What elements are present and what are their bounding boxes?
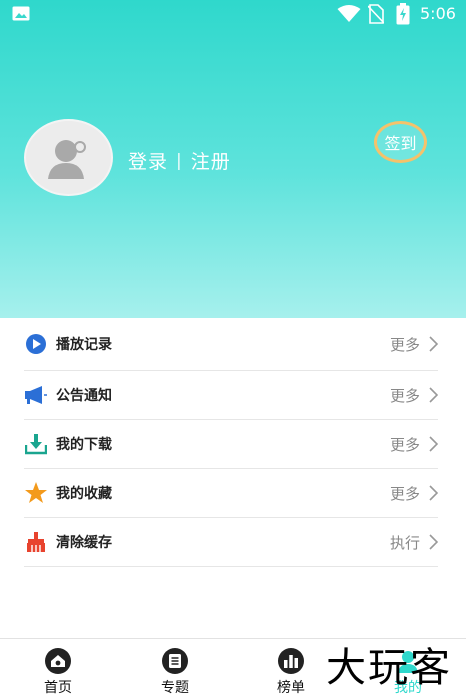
auth-separator: | xyxy=(176,150,183,171)
menu-item-downloads[interactable]: 我的下载 更多 xyxy=(24,420,438,469)
play-icon xyxy=(24,332,48,356)
menu-list: 播放记录 更多 公告通知 更多 我的下载 更多 我的收藏 更多 清除缓存 执行 xyxy=(0,318,466,567)
menu-item-announcements[interactable]: 公告通知 更多 xyxy=(24,371,438,420)
chevron-right-icon xyxy=(429,534,438,550)
chevron-right-icon xyxy=(429,336,438,352)
chevron-right-icon xyxy=(429,387,438,403)
no-sim-icon xyxy=(368,4,384,24)
menu-item-action[interactable]: 执行 xyxy=(390,532,438,553)
menu-item-action[interactable]: 更多 xyxy=(390,483,438,504)
menu-item-label: 清除缓存 xyxy=(56,535,112,551)
menu-item-action-label: 更多 xyxy=(389,484,420,503)
menu-item-action-label: 更多 xyxy=(389,435,420,454)
tab-topics[interactable]: 专题 xyxy=(145,647,205,697)
topic-icon xyxy=(162,648,188,674)
menu-item-label: 播放记录 xyxy=(56,337,112,353)
menu-item-action[interactable]: 更多 xyxy=(390,434,438,455)
menu-item-label: 我的收藏 xyxy=(56,486,112,502)
tab-rankings-label: 榜单 xyxy=(277,680,305,696)
broom-icon xyxy=(24,530,48,554)
battery-charging-icon xyxy=(396,3,410,25)
chart-icon xyxy=(278,648,304,674)
megaphone-icon xyxy=(24,383,48,407)
wifi-icon xyxy=(337,5,361,22)
register-link[interactable]: 注册 xyxy=(191,147,231,174)
menu-item-action[interactable]: 更多 xyxy=(390,385,438,406)
default-user-icon xyxy=(48,140,86,179)
menu-item-clear-cache[interactable]: 清除缓存 执行 xyxy=(24,518,438,567)
menu-item-play-history[interactable]: 播放记录 更多 xyxy=(24,318,438,371)
clock: 5:06 xyxy=(420,4,456,23)
chevron-right-icon xyxy=(429,436,438,452)
menu-item-action-label: 执行 xyxy=(389,533,420,552)
menu-item-action-label: 更多 xyxy=(389,386,420,405)
tab-topics-label: 专题 xyxy=(161,680,189,696)
status-bar: 5:06 xyxy=(0,0,466,28)
auth-links: 登录 | 注册 xyxy=(128,147,231,174)
signin-button[interactable]: 签到 xyxy=(374,121,427,163)
chevron-right-icon xyxy=(429,485,438,501)
tab-home-label: 首页 xyxy=(44,680,72,696)
home-icon xyxy=(45,648,71,674)
menu-item-favorites[interactable]: 我的收藏 更多 xyxy=(24,469,438,518)
tab-rankings[interactable]: 榜单 xyxy=(261,647,321,697)
menu-item-label: 公告通知 xyxy=(56,388,112,404)
avatar[interactable] xyxy=(24,119,113,196)
login-link[interactable]: 登录 xyxy=(128,147,168,174)
menu-item-action[interactable]: 更多 xyxy=(390,334,438,355)
watermark-text: 大玩客 xyxy=(326,645,452,691)
menu-item-action-label: 更多 xyxy=(389,335,420,354)
star-icon xyxy=(24,481,48,505)
download-icon xyxy=(24,432,48,456)
signin-label: 签到 xyxy=(384,134,417,153)
menu-item-label: 我的下载 xyxy=(56,437,112,453)
image-notification-icon xyxy=(12,6,30,21)
tab-home[interactable]: 首页 xyxy=(28,647,88,697)
